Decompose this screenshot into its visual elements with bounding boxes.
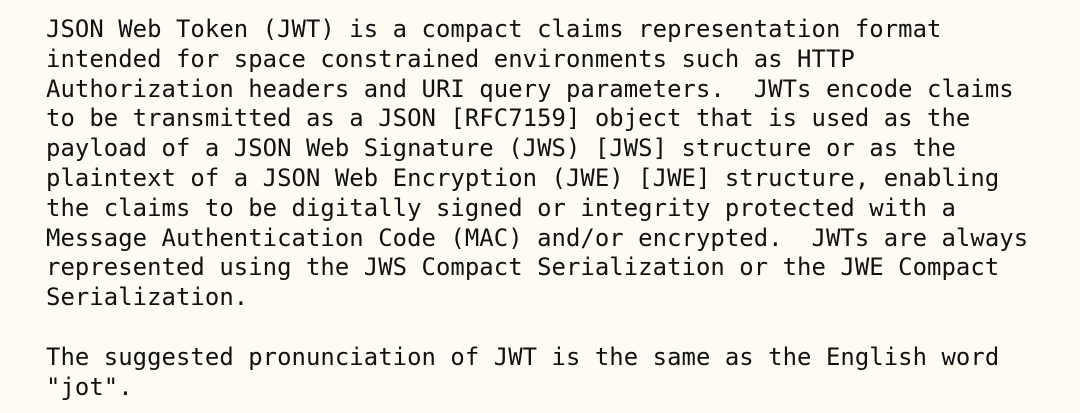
text-line: represented using the JWS Compact Serial… [46,253,1000,282]
text-line: JSON Web Token (JWT) is a compact claims… [46,15,942,43]
text-line: intended for space constrained environme… [46,44,855,73]
text-line: plaintext of a JSON Web Encryption (JWE)… [46,163,1000,192]
text-line: Serialization. [46,283,249,312]
text-line: the claims to be digitally signed or int… [46,193,956,222]
paragraph-pronunciation: The suggested pronunciation of JWT is th… [46,343,1080,403]
text-line: to be transmitted as a JSON [RFC7159] ob… [46,104,971,133]
document-page: JSON Web Token (JWT) is a compact claims… [0,0,1080,413]
text-line: "jot". [46,372,133,401]
paragraph-jwt-definition: JSON Web Token (JWT) is a compact claims… [46,15,1080,313]
text-line: The suggested pronunciation of JWT is th… [46,342,1000,371]
text-line: Authorization headers and URI query para… [46,74,1014,103]
text-line: payload of a JSON Web Signature (JWS) [J… [46,134,956,163]
text-line: Message Authentication Code (MAC) and/or… [46,223,1029,252]
